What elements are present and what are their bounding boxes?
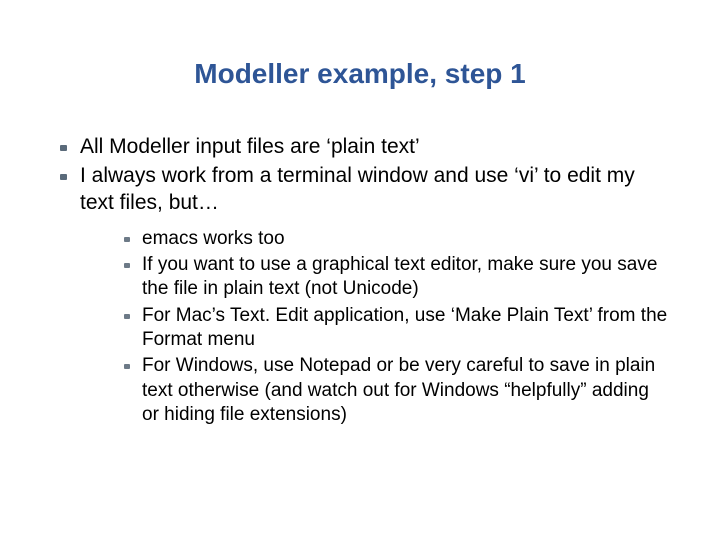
list-item: For Windows, use Notepad or be very care… <box>124 354 670 427</box>
list-item-text: All Modeller input files are ‘plain text… <box>80 135 420 158</box>
list-item-text: If you want to use a graphical text edit… <box>142 254 657 299</box>
list-item: All Modeller input files are ‘plain text… <box>60 134 670 161</box>
list-item: For Mac’s Text. Edit application, use ‘M… <box>124 304 670 353</box>
slide: Modeller example, step 1 All Modeller in… <box>0 0 720 540</box>
bullet-list-level-2: emacs works too If you want to use a gra… <box>80 227 670 428</box>
list-item-text: emacs works too <box>142 228 285 249</box>
list-item-text: For Windows, use Notepad or be very care… <box>142 355 655 425</box>
bullet-list-level-1: All Modeller input files are ‘plain text… <box>50 134 670 427</box>
slide-title: Modeller example, step 1 <box>50 58 670 90</box>
list-item-text: I always work from a terminal window and… <box>80 164 635 214</box>
list-item: If you want to use a graphical text edit… <box>124 253 670 302</box>
list-item: emacs works too <box>124 227 670 251</box>
list-item: I always work from a terminal window and… <box>60 163 670 427</box>
list-item-text: For Mac’s Text. Edit application, use ‘M… <box>142 305 667 350</box>
